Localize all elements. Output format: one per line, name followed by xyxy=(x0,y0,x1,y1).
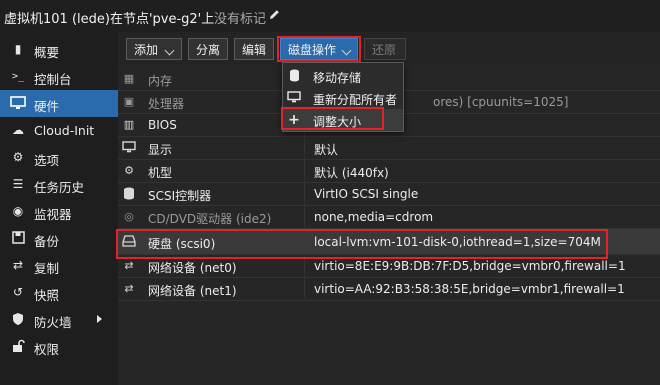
menu-item-reassign-owner[interactable]: 重新分配所有者 xyxy=(283,87,403,109)
microchip-icon: ▥ xyxy=(123,118,135,131)
menu-item-label: 移动存储 xyxy=(313,71,362,85)
row-name: 处理器 xyxy=(148,97,185,111)
highlight-disk-row xyxy=(116,229,608,259)
expand-arrow-icon[interactable] xyxy=(97,315,102,323)
sidebar-item-hardware[interactable]: 硬件 xyxy=(0,90,118,117)
database-icon xyxy=(122,187,136,201)
list-icon: ☰ xyxy=(12,177,24,191)
eye-icon: ◉ xyxy=(12,204,24,218)
database-icon xyxy=(287,69,301,83)
row-name: BIOS xyxy=(148,118,177,132)
exchange-icon: ⇄ xyxy=(124,282,134,295)
row-name: 显示 xyxy=(148,143,173,157)
table-row[interactable]: ◎ CD/DVD驱动器 (ide2) none,media=cdrom xyxy=(118,206,660,229)
row-name: 机型 xyxy=(148,166,173,180)
row-value: ores) [cpuunits=1025] xyxy=(433,95,569,109)
history-icon: ↺ xyxy=(12,285,24,299)
pencil-icon[interactable] xyxy=(268,8,281,21)
sidebar-item-label: Cloud-Init xyxy=(34,123,95,138)
row-name: 内存 xyxy=(148,74,173,88)
add-button-label: 添加 xyxy=(134,43,159,57)
book-icon: ▮ xyxy=(14,42,22,56)
sidebar-item-console[interactable]: >_ 控制台 xyxy=(0,63,118,90)
toolbar: 添加 分离 编辑 磁盘操作 还原 xyxy=(118,32,660,64)
sidebar-item-summary[interactable]: ▮ 概要 xyxy=(0,36,118,63)
row-name: 网络设备 (net0) xyxy=(148,261,237,275)
edit-button-label: 编辑 xyxy=(242,43,267,57)
sidebar-item-permissions[interactable]: 权限 xyxy=(0,333,118,360)
sidebar-item-monitor[interactable]: ◉ 监视器 xyxy=(0,198,118,225)
cdrom-icon: ◎ xyxy=(124,210,134,223)
row-value: virtio=AA:92:B3:58:38:5E,bridge=vmbr1,fi… xyxy=(314,282,625,296)
sidebar-item-label: 权限 xyxy=(34,342,60,357)
row-value: none,media=cdrom xyxy=(314,210,434,224)
sidebar-item-label: 硬件 xyxy=(34,99,60,114)
desktop-icon xyxy=(287,91,301,105)
sidebar-item-replication[interactable]: ⇄ 复制 xyxy=(0,252,118,279)
menu-item-label: 重新分配所有者 xyxy=(313,93,398,107)
retweet-icon: ⇄ xyxy=(12,258,24,272)
sidebar-item-snapshots[interactable]: ↺ 快照 xyxy=(0,279,118,306)
cloud-icon: ☁ xyxy=(12,123,24,137)
cogs-icon: ⚙ xyxy=(124,164,134,177)
row-value: 默认 xyxy=(314,143,339,157)
add-button[interactable]: 添加 xyxy=(126,38,182,60)
desktop-icon xyxy=(122,141,136,155)
desktop-icon xyxy=(10,96,26,111)
edit-button[interactable]: 编辑 xyxy=(234,38,274,60)
row-name: 网络设备 (net1) xyxy=(148,284,237,298)
tags-label[interactable]: 没有标记 xyxy=(214,8,266,27)
sidebar-item-backup[interactable]: 备份 xyxy=(0,225,118,252)
sidebar-item-label: 概要 xyxy=(34,45,60,60)
row-value: 默认 (i440fx) xyxy=(314,166,389,180)
sidebar-item-label: 备份 xyxy=(34,234,60,249)
memory-icon: ▦ xyxy=(123,72,135,85)
sidebar-item-label: 控制台 xyxy=(34,72,72,87)
table-row[interactable]: ⚙ 机型 默认 (i440fx) xyxy=(118,160,660,183)
row-value: VirtIO SCSI single xyxy=(314,187,419,201)
menu-item-move-storage[interactable]: 移动存储 xyxy=(283,65,403,87)
sidebar: ▮ 概要 >_ 控制台 硬件 ☁ Cloud-Init ⚙ 选项 ☰ 任务历史 … xyxy=(0,32,118,385)
detach-button[interactable]: 分离 xyxy=(188,38,228,60)
row-name: SCSI控制器 xyxy=(148,189,212,203)
sidebar-item-options[interactable]: ⚙ 选项 xyxy=(0,144,118,171)
sidebar-item-firewall[interactable]: 防火墙 xyxy=(0,306,118,333)
title-bar: 虚拟机101 (lede)在节点'pve-g2'上 没有标记 xyxy=(0,0,660,32)
gear-icon: ⚙ xyxy=(12,150,24,164)
row-value: virtio=8E:E9:9B:DB:7F:D5,bridge=vmbr0,fi… xyxy=(314,259,626,273)
revert-button-label: 还原 xyxy=(372,43,397,57)
revert-button[interactable]: 还原 xyxy=(364,38,406,60)
row-name: CD/DVD驱动器 (ide2) xyxy=(148,212,272,226)
sidebar-item-label: 监视器 xyxy=(34,207,72,222)
highlight-resize xyxy=(281,107,384,130)
sidebar-item-label: 防火墙 xyxy=(34,315,72,330)
sidebar-item-label: 复制 xyxy=(34,261,60,276)
sidebar-item-cloud-init[interactable]: ☁ Cloud-Init xyxy=(0,117,118,144)
floppy-icon xyxy=(10,231,26,246)
table-row[interactable]: ⇄ 网络设备 (net1) virtio=AA:92:B3:58:38:5E,b… xyxy=(118,278,660,301)
table-row[interactable]: SCSI控制器 VirtIO SCSI single xyxy=(118,183,660,206)
detach-button-label: 分离 xyxy=(196,43,221,57)
chevron-down-icon xyxy=(164,45,175,56)
sidebar-item-label: 选项 xyxy=(34,153,60,168)
sidebar-item-task-history[interactable]: ☰ 任务历史 xyxy=(0,171,118,198)
highlight-disk-action xyxy=(277,36,361,62)
exchange-icon: ⇄ xyxy=(124,259,134,272)
vm-title: 虚拟机101 (lede)在节点'pve-g2'上 xyxy=(4,12,215,27)
shield-icon xyxy=(10,312,26,327)
unlock-icon xyxy=(10,339,26,354)
sidebar-item-label: 快照 xyxy=(34,288,60,303)
cpu-icon: ▣ xyxy=(123,95,135,108)
table-row[interactable]: 显示 默认 xyxy=(118,137,660,160)
terminal-icon: >_ xyxy=(11,71,25,82)
sidebar-item-label: 任务历史 xyxy=(34,180,85,195)
